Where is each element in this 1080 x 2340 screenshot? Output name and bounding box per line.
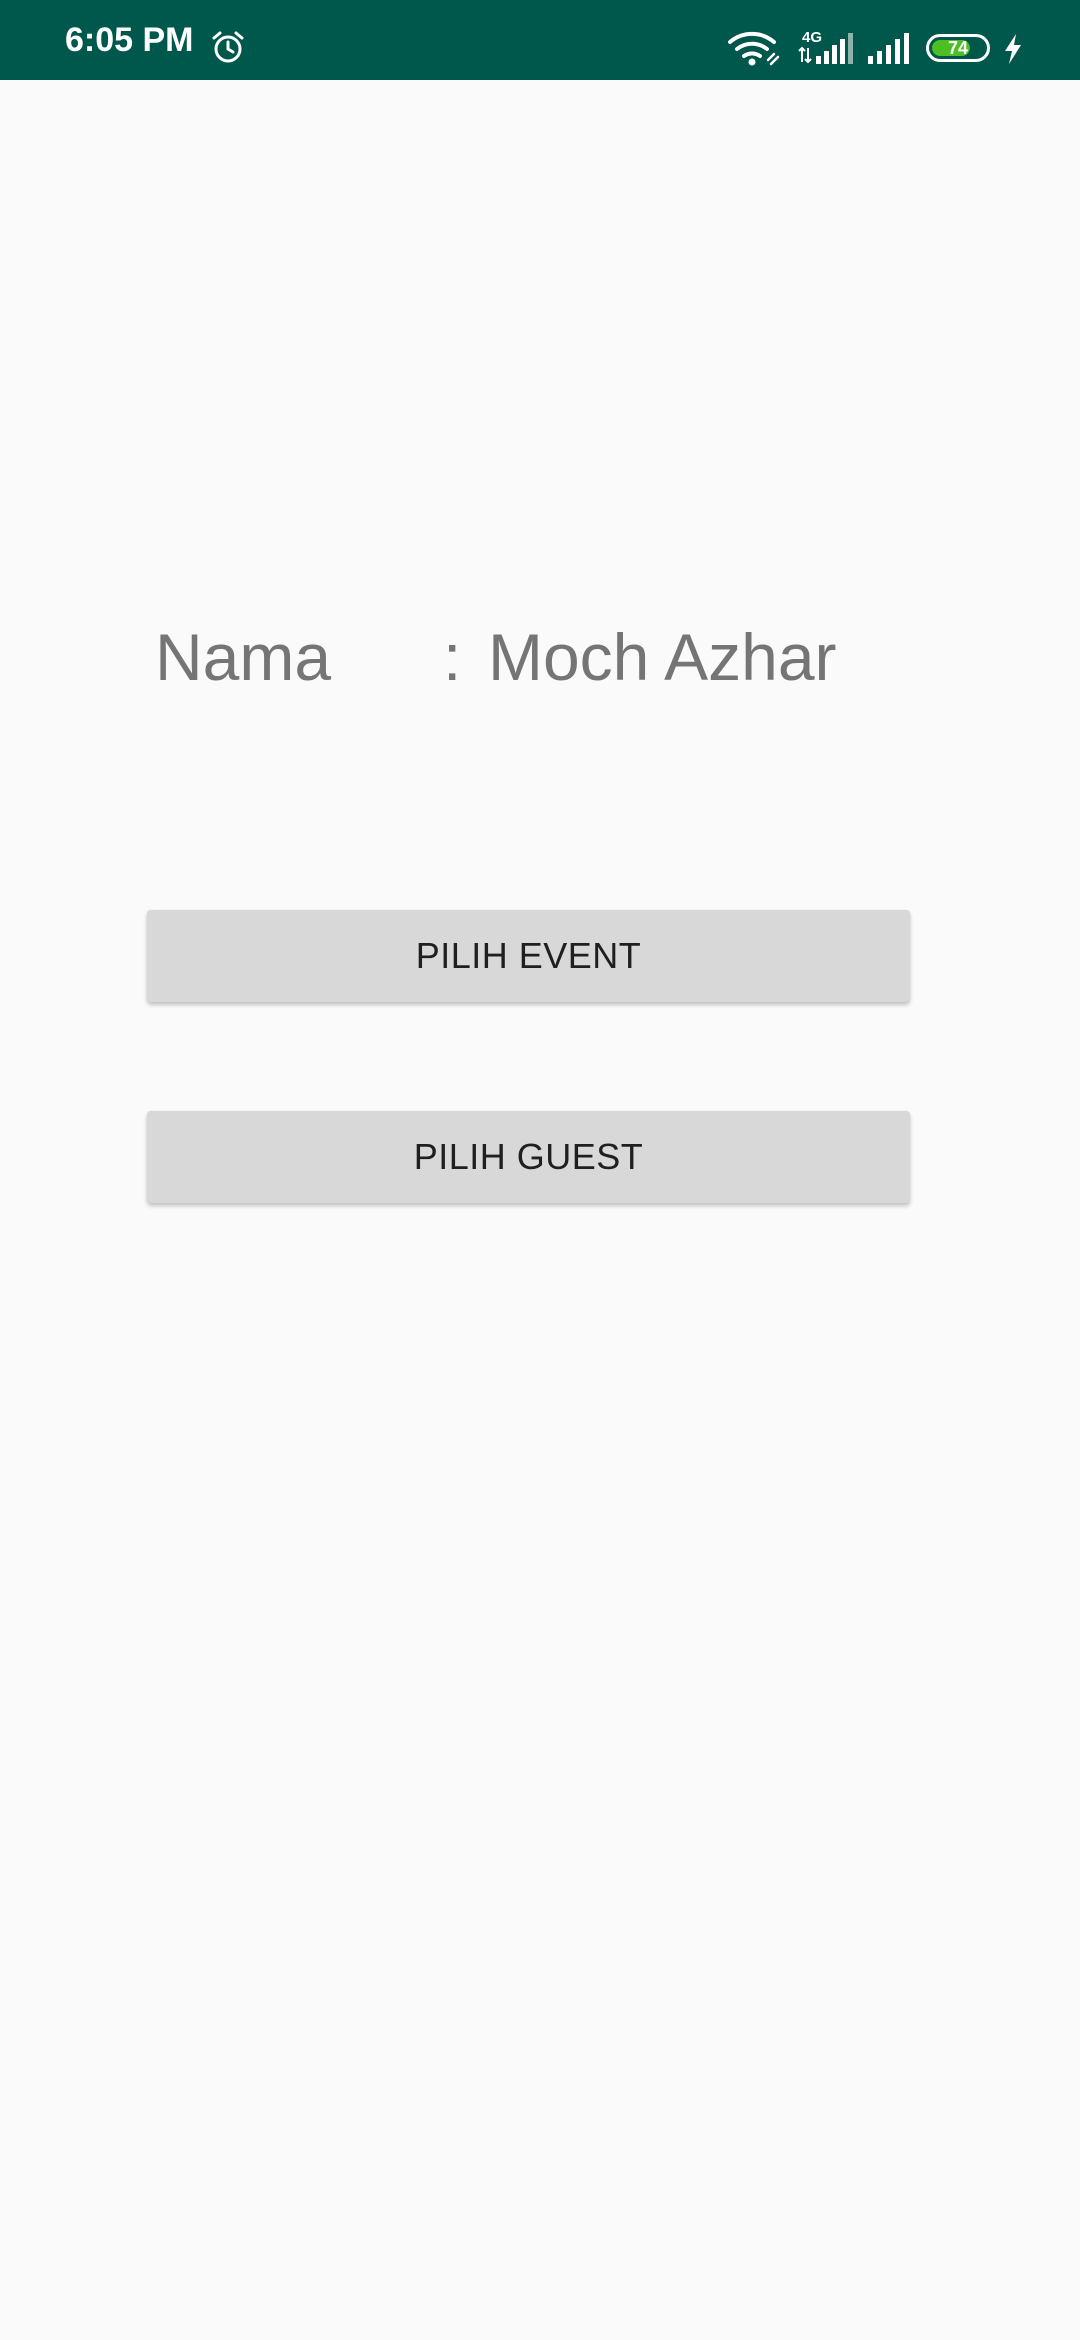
wifi-icon [728,31,780,66]
bolt-icon [1005,34,1021,64]
alarm-clock-icon [212,31,244,63]
name-row: Nama : Moch Azhar [155,612,1015,702]
signal-strength-icon [868,33,909,64]
name-label: Nama [155,620,332,694]
battery-level-text: 74 [947,38,969,58]
pilih-guest-button[interactable]: PILIH GUEST [147,1111,910,1203]
pilih-event-button[interactable]: PILIH EVENT [147,910,910,1002]
status-time: 6:05 PM [65,21,194,59]
name-separator: : [443,620,462,694]
battery-icon: 74 [926,34,990,62]
name-value: Moch Azhar [488,620,837,694]
status-bar: 6:05 PM 4G 74 [0,0,1080,80]
signal-strength-icon [798,33,853,64]
